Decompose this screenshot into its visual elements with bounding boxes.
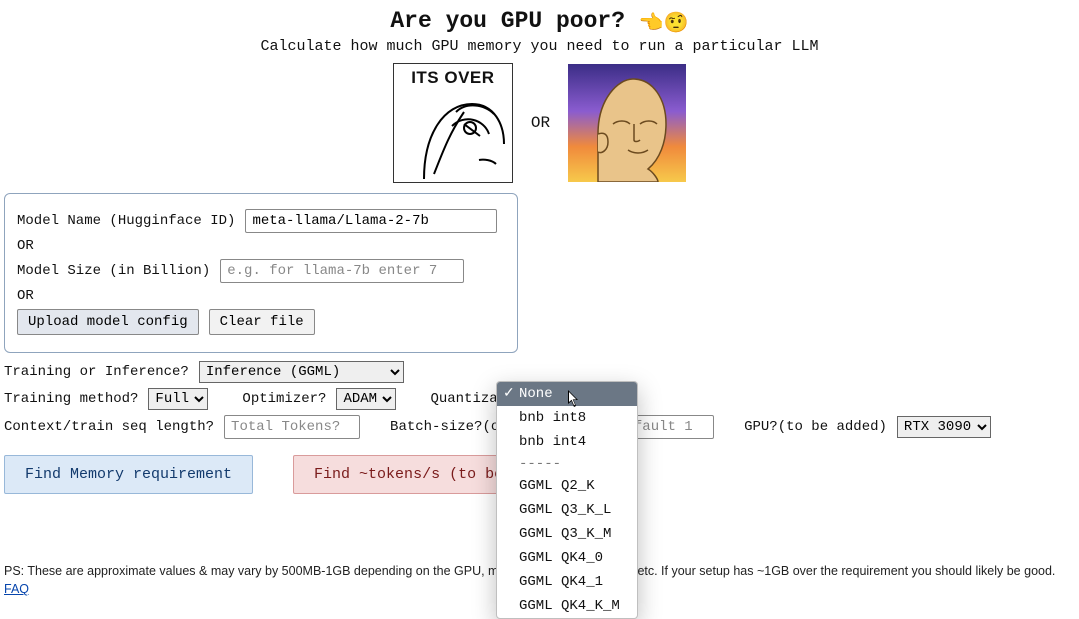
meme-or-text: OR — [531, 114, 550, 132]
quantization-option[interactable]: GGML QK4_K_M — [497, 594, 637, 618]
quantization-option[interactable]: bnb int8 — [497, 406, 637, 430]
model-size-label: Model Size (in Billion) — [17, 263, 210, 279]
optimizer-select[interactable]: ADAM — [336, 388, 396, 410]
mode-select[interactable]: Inference (GGML) — [199, 361, 404, 383]
ctx-length-label: Context/train seq length? — [4, 419, 214, 435]
page-title: Are you GPU poor? 👈🤨 — [0, 8, 1079, 36]
quantization-option[interactable]: GGML Q2_K — [497, 474, 637, 498]
cursor-icon — [568, 390, 580, 408]
train-method-select[interactable]: Full — [148, 388, 208, 410]
optimizer-label: Optimizer? — [242, 391, 326, 407]
meme-left: ITS OVER — [393, 63, 513, 183]
quantization-option[interactable]: GGML QK4_0 — [497, 546, 637, 570]
page-subtitle: Calculate how much GPU memory you need t… — [0, 38, 1079, 55]
faq-link[interactable]: FAQ — [4, 582, 29, 596]
meme-row: ITS OVER OR — [0, 63, 1079, 183]
find-memory-button[interactable]: Find Memory requirement — [4, 455, 253, 494]
model-name-input[interactable] — [245, 209, 497, 233]
model-config-box: Model Name (Hugginface ID) OR Model Size… — [4, 193, 518, 353]
model-name-label: Model Name (Hugginface ID) — [17, 213, 235, 229]
quantization-option[interactable]: None — [497, 382, 637, 406]
chad-face-icon — [568, 64, 686, 182]
gpu-select[interactable]: RTX 3090 — [897, 416, 991, 438]
mode-label: Training or Inference? — [4, 364, 189, 380]
title-text: Are you GPU poor? — [390, 8, 625, 34]
quantization-dropdown[interactable]: Nonebnb int8bnb int4-----GGML Q2_KGGML Q… — [496, 381, 638, 619]
or-text-1: OR — [17, 238, 505, 254]
quantization-option[interactable]: GGML Q3_K_M — [497, 522, 637, 546]
quantization-option[interactable]: GGML Q3_K_L — [497, 498, 637, 522]
dropdown-separator: ----- — [497, 454, 637, 474]
or-text-2: OR — [17, 288, 505, 304]
model-size-input[interactable] — [220, 259, 464, 283]
gpu-label: GPU?(to be added) — [744, 419, 887, 435]
quantization-option[interactable]: bnb int4 — [497, 430, 637, 454]
title-emoji: 👈🤨 — [639, 13, 689, 36]
train-method-label: Training method? — [4, 391, 138, 407]
clear-file-button[interactable]: Clear file — [209, 309, 315, 335]
meme-right — [568, 64, 686, 182]
upload-config-button[interactable]: Upload model config — [17, 309, 199, 335]
sad-face-icon — [394, 64, 512, 182]
quantization-option[interactable]: GGML QK4_1 — [497, 570, 637, 594]
ctx-length-input[interactable] — [224, 415, 360, 439]
